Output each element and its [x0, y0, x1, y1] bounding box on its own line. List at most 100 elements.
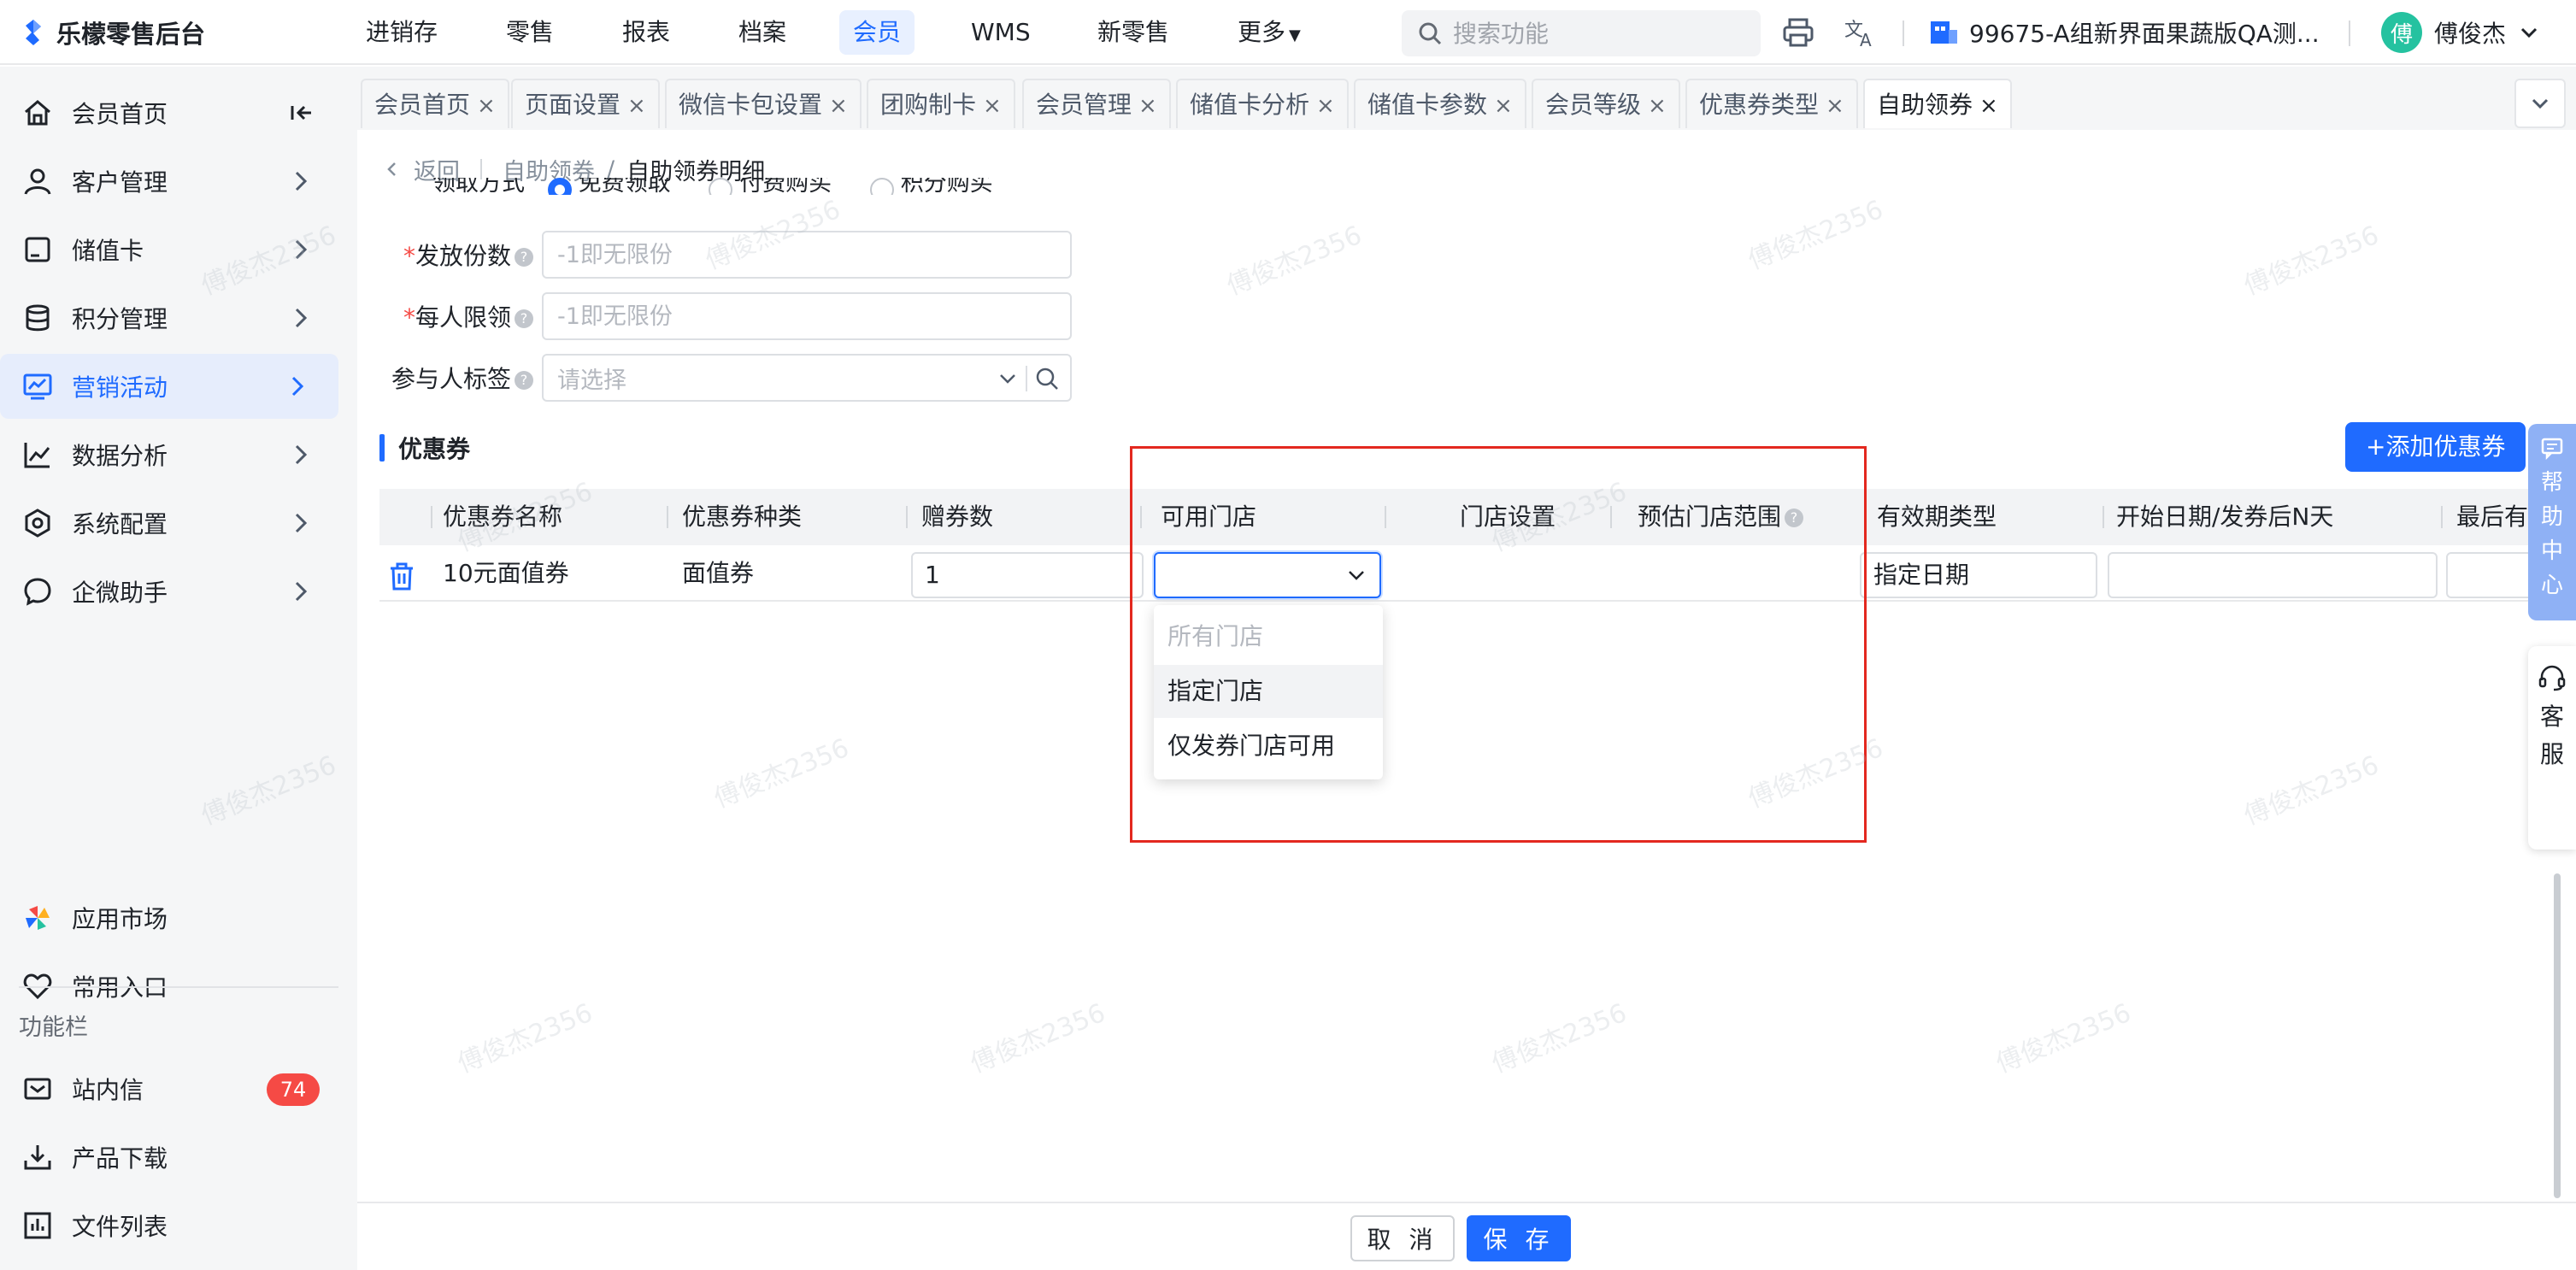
sidebar-item-label: 产品下载 [72, 1144, 168, 1173]
print-button[interactable] [1779, 14, 1817, 51]
nav-archive[interactable]: 档案 [738, 10, 786, 55]
tab-card-analysis[interactable]: 储值卡分析 × [1176, 79, 1349, 128]
nav-more[interactable]: 更多 ▼ [1238, 10, 1301, 55]
sidebar-item-analytics[interactable]: 数据分析 [0, 422, 342, 487]
per-limit-input[interactable] [542, 292, 1072, 340]
start-date-input[interactable] [2108, 552, 2438, 598]
save-button[interactable]: 保 存 [1467, 1215, 1571, 1261]
close-icon[interactable]: × [1494, 93, 1513, 119]
download-icon [21, 1140, 55, 1174]
sidebar-divider [19, 986, 338, 988]
close-icon[interactable]: × [1138, 93, 1157, 119]
tab-member-level[interactable]: 会员等级 × [1532, 79, 1680, 128]
tab-group-card[interactable]: 团购制卡 × [867, 79, 1015, 128]
radio-icon [709, 178, 733, 195]
required-mark: * [403, 242, 415, 270]
search-input[interactable] [1453, 19, 1726, 48]
radio-paid-purchase[interactable]: 付费购买 [709, 178, 847, 195]
radio-points-purchase[interactable]: 积分购买 [869, 178, 1009, 195]
tab-coupon-type[interactable]: 优惠券类型 × [1685, 79, 1858, 128]
radio-icon [869, 178, 894, 195]
sidebar-item-app-market[interactable]: 应用市场 [0, 885, 342, 950]
search-box[interactable] [1402, 10, 1761, 56]
user-menu[interactable]: 傅 傅俊杰 [2381, 10, 2540, 55]
help-center-char: 中 [2540, 538, 2563, 564]
nav-new-retail[interactable]: 新零售 [1097, 10, 1169, 55]
headset-icon [2538, 665, 2566, 691]
cancel-button[interactable]: 取 消 [1350, 1215, 1455, 1261]
app-market-icon [21, 901, 55, 935]
chevron-right-icon [295, 444, 308, 465]
radio-free-claim[interactable]: 免费领取 [547, 178, 686, 195]
sidebar-item-member-home[interactable]: 会员首页 [0, 80, 342, 145]
sidebar-item-points[interactable]: 积分管理 [0, 285, 342, 350]
line-chart-icon [21, 438, 55, 472]
printer-icon [1783, 18, 1814, 47]
customer-service-char: 客 [2539, 703, 2564, 731]
gift-count-input[interactable]: 1 [911, 552, 1144, 598]
tab-label: 微信卡包设置 [679, 91, 823, 119]
delete-button[interactable] [388, 556, 415, 591]
user-icon [21, 164, 55, 198]
sidebar-item-customers[interactable]: 客户管理 [0, 149, 342, 214]
sidebar-section-label: 功能栏 [19, 1014, 88, 1041]
chevron-left-icon[interactable] [383, 160, 402, 179]
tab-member-management[interactable]: 会员管理 × [1022, 79, 1171, 128]
nav-reports[interactable]: 报表 [622, 10, 670, 55]
close-icon[interactable]: × [477, 93, 496, 119]
nav-retail[interactable]: 零售 [506, 10, 554, 55]
sidebar-item-downloads[interactable]: 产品下载 [0, 1125, 342, 1190]
tab-wechat-card[interactable]: 微信卡包设置 × [665, 79, 862, 128]
sidebar-item-stored-value-card[interactable]: 储值卡 [0, 217, 342, 282]
chevron-right-icon [295, 171, 308, 191]
tab-member-home[interactable]: 会员首页 × [361, 79, 509, 128]
sidebar-item-file-list[interactable]: 文件列表 [0, 1193, 342, 1258]
select-divider [1026, 366, 1027, 391]
tab-page-settings[interactable]: 页面设置 × [511, 79, 660, 128]
tab-label: 自助领券 [1877, 91, 1973, 119]
per-limit-label: *每人限领? [383, 299, 533, 333]
chat-bubble-icon [21, 574, 55, 609]
sidebar-item-marketing[interactable]: 营销活动 [0, 354, 338, 419]
nav-member[interactable]: 会员 [839, 10, 915, 55]
store-switcher[interactable]: 99675-A组新界面果蔬版QA测... [1928, 12, 2320, 53]
collapse-sidebar-icon[interactable] [287, 99, 315, 126]
scrollbar-thumb[interactable] [2554, 873, 2561, 1198]
tabs-overflow-button[interactable] [2514, 79, 2566, 128]
close-icon[interactable]: × [983, 93, 1002, 119]
close-icon[interactable]: × [627, 93, 646, 119]
sidebar-item-label: 数据分析 [72, 442, 168, 470]
close-icon[interactable]: × [1826, 93, 1844, 119]
validity-type-select[interactable]: 指定日期 [1860, 552, 2097, 598]
close-icon[interactable]: × [1648, 93, 1667, 119]
col-coupon-name: 优惠券名称 [443, 503, 563, 531]
help-icon[interactable]: ? [515, 371, 533, 390]
app-logo[interactable]: 乐檬零售后台 [19, 15, 205, 50]
issue-count-label: *发放份数? [383, 238, 533, 272]
customer-service-button[interactable]: 客 服 [2528, 646, 2576, 850]
sidebar-item-inbox[interactable]: 站内信 74 [0, 1056, 342, 1121]
help-center-button[interactable]: 帮 助 中 心 [2528, 424, 2576, 620]
help-icon[interactable]: ? [515, 248, 533, 267]
help-icon[interactable]: ? [515, 309, 533, 328]
sidebar-item-wecom-assistant[interactable]: 企微助手 [0, 559, 342, 624]
close-icon[interactable]: × [1316, 93, 1335, 119]
tab-label: 页面设置 [525, 91, 621, 119]
issue-count-input[interactable] [542, 231, 1072, 279]
help-center-char: 助 [2540, 504, 2563, 530]
help-center-char: 帮 [2540, 470, 2563, 496]
nav-inventory[interactable]: 进销存 [366, 10, 438, 55]
language-button[interactable]: 文A [1841, 14, 1879, 51]
search-icon[interactable] [1034, 366, 1060, 391]
sidebar-item-system-config[interactable]: 系统配置 [0, 491, 342, 556]
tab-label: 团购制卡 [880, 91, 977, 119]
breadcrumb-divider [480, 159, 482, 179]
tab-card-params[interactable]: 储值卡参数 × [1354, 79, 1526, 128]
tags-select[interactable]: 请选择 [542, 354, 1072, 402]
nav-wms[interactable]: WMS [971, 10, 1031, 55]
tab-self-coupon[interactable]: 自助领券 × [1863, 79, 2012, 128]
col-gift-count: 赠券数 [921, 503, 994, 531]
close-icon[interactable]: × [1979, 93, 1998, 119]
close-icon[interactable]: × [829, 93, 848, 119]
add-coupon-button[interactable]: +添加优惠券 [2345, 422, 2526, 472]
